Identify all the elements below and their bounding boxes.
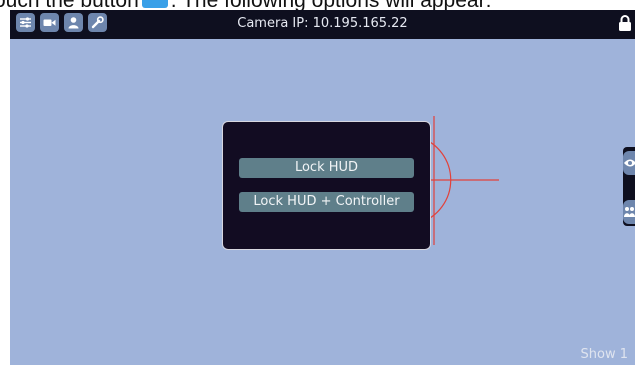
eye-icon [624, 159, 635, 167]
users-icon [624, 207, 635, 217]
lock-options-menu: Lock HUD Lock HUD + Controller [222, 121, 431, 250]
lock-hud-controller-button[interactable]: Lock HUD + Controller [239, 192, 414, 212]
lock-hud-button[interactable]: Lock HUD [239, 158, 414, 178]
view-button[interactable] [623, 151, 635, 175]
inline-lock-button-icon [141, 0, 168, 9]
camera-view: Camera IP: 10.195.165.22 Lock HUD Lock H… [10, 10, 635, 365]
users-button[interactable] [623, 200, 635, 224]
show-label: Show 1 [580, 347, 628, 362]
